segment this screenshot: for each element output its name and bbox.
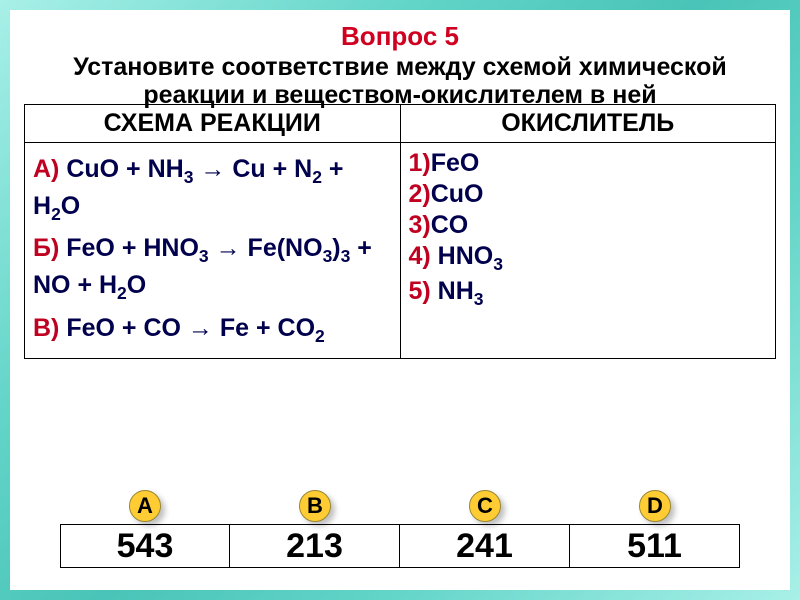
answer-col-d: D 511 [570,488,740,568]
oxidizer-3-num: 3) [409,211,431,239]
oxidizer-4: 4) HNO3 [409,242,768,275]
answer-col-a: A 543 [60,488,230,568]
reactions-cell: А) CuO + NH3 → Cu + N2 + H2O Б) FeO + HN… [25,143,401,359]
reaction-a: А) CuO + NH3 → Cu + N2 + H2O [33,153,392,226]
answer-letter-d: D [639,490,671,522]
reaction-b: Б) FeO + HNO3 → Fe(NO3)3 + NO + H2O [33,232,392,305]
oxidizer-5-name: NH3 [431,277,484,305]
oxidizer-1-num: 1) [409,149,431,177]
oxidizer-4-num: 4) [409,242,431,270]
answer-letter-c: C [469,490,501,522]
slide: Вопрос 5 Установите соответствие между с… [10,10,790,590]
reaction-b-text: FeO + HNO3 → Fe(NO3)3 + NO + H2O [33,234,372,299]
oxidizer-3: 3)CO [409,211,768,240]
question-subtitle: Установите соответствие между схемой хим… [24,53,776,111]
oxidizer-3-name: CO [431,211,469,239]
answer-value-a: 543 [60,524,230,568]
reaction-b-label: Б) [33,234,59,262]
header-scheme: СХЕМА РЕАКЦИИ [25,105,401,143]
reaction-v-label: В) [33,314,59,342]
answer-letter-b: B [299,490,331,522]
oxidizer-2: 2)CuO [409,180,768,209]
oxidizer-5-num: 5) [409,277,431,305]
oxidizer-2-name: CuO [431,180,484,208]
header-oxidizer: ОКИСЛИТЕЛЬ [400,105,776,143]
answer-col-b: B 213 [230,488,400,568]
answer-letter-a: A [129,490,161,522]
reaction-a-text: CuO + NH3 → Cu + N2 + H2O [33,155,344,220]
oxidizer-1: 1)FeO [409,149,768,178]
reaction-v: В) FeO + CO → Fe + CO2 [33,312,392,349]
oxidizer-4-name: HNO3 [431,242,503,270]
answer-col-c: C 241 [400,488,570,568]
answer-value-c: 241 [400,524,570,568]
oxidizer-1-name: FeO [431,149,480,177]
question-title: Вопрос 5 [24,22,776,51]
oxidizer-5: 5) NH3 [409,277,768,310]
answer-grid: A 543 B 213 C 241 D 511 [60,488,740,568]
content-table: СХЕМА РЕАКЦИИ ОКИСЛИТЕЛЬ А) CuO + NH3 → … [24,104,776,359]
reaction-a-label: А) [33,155,59,183]
oxidizers-cell: 1)FeO 2)CuO 3)CO 4) HNO3 5) NH3 [400,143,776,359]
reaction-v-text: FeO + CO → Fe + CO2 [66,314,324,342]
oxidizer-2-num: 2) [409,180,431,208]
answer-value-d: 511 [570,524,740,568]
answer-value-b: 213 [230,524,400,568]
